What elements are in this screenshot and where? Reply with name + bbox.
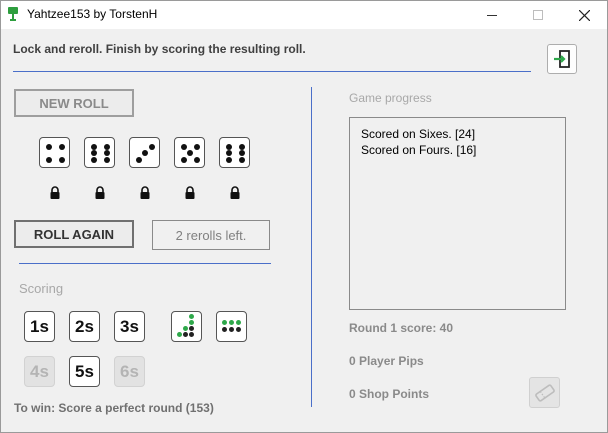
die-pip [226,157,232,163]
lock-icon[interactable] [229,186,241,200]
rerolls-left-display: 2 rerolls left. [152,220,270,250]
maximize-icon [533,10,543,20]
score-sixes-button[interactable]: 6s [114,356,145,387]
roll-again-button[interactable]: ROLL AGAIN [14,220,134,248]
score-fours-button[interactable]: 4s [24,356,55,387]
game-progress-label: Game progress [349,91,432,105]
die-2[interactable] [84,137,115,168]
close-button[interactable] [561,1,607,29]
lock-icon[interactable] [94,186,106,200]
die-pip [91,157,97,163]
grid-pips-icon [217,312,246,341]
die-1[interactable] [39,137,70,168]
app-window: Yahtzee153 by TorstenH Lock and reroll. … [0,0,608,433]
die-pip [46,144,52,150]
die-5[interactable] [219,137,250,168]
progress-entry: Scored on Fours. [16] [361,143,477,157]
die-pip [136,157,142,163]
shop-points-text: 0 Shop Points [349,387,430,401]
app-logo-icon [8,7,18,21]
shop-ticket-icon [534,383,555,402]
minimize-icon [487,15,497,16]
exit-button[interactable] [547,44,577,74]
die-pip [59,144,65,150]
die-pip [104,157,110,163]
score-fives-button[interactable]: 5s [69,356,100,387]
die-pip [226,150,232,156]
die-pip [181,157,187,163]
new-roll-button[interactable]: NEW ROLL [14,89,134,117]
round-score-text: Round 1 score: 40 [349,321,454,335]
score-straight-button[interactable] [171,311,202,342]
die-4[interactable] [174,137,205,168]
player-pips-text: 0 Player Pips [349,354,424,368]
vertical-divider [311,87,312,407]
scoring-label: Scoring [19,281,64,296]
window-title: Yahtzee153 by TorstenH [27,7,158,21]
die-pip [187,150,193,156]
die-pip [194,157,200,163]
die-3[interactable] [129,137,160,168]
win-goal-text: To win: Score a perfect round (153) [14,401,214,415]
die-pip [91,150,97,156]
instruction-text: Lock and reroll. Finish by scoring the r… [13,42,306,56]
staircase-pips-icon [172,312,201,341]
score-ones-button[interactable]: 1s [24,311,55,342]
score-threes-button[interactable]: 3s [114,311,145,342]
lock-icon[interactable] [184,186,196,200]
die-pip [239,150,245,156]
top-divider [13,71,531,72]
close-icon [578,9,590,21]
exit-door-icon [554,50,570,68]
die-pip [59,157,65,163]
die-pip [104,150,110,156]
die-pip [149,144,155,150]
lock-icon[interactable] [139,186,151,200]
die-pip [194,144,200,150]
minimize-button[interactable] [469,1,515,29]
die-pip [239,157,245,163]
score-twos-button[interactable]: 2s [69,311,100,342]
title-bar[interactable]: Yahtzee153 by TorstenH [1,1,607,29]
progress-entry: Scored on Sixes. [24] [361,127,476,141]
shop-button[interactable] [529,377,560,408]
score-full-house-button[interactable] [216,311,247,342]
die-pip [142,150,148,156]
game-progress-log[interactable]: Scored on Sixes. [24] Scored on Fours. [… [349,117,566,310]
lock-icon[interactable] [49,186,61,200]
die-pip [181,144,187,150]
client-area: Lock and reroll. Finish by scoring the r… [1,29,607,432]
die-pip [46,157,52,163]
scoring-divider [19,263,271,264]
maximize-button[interactable] [515,1,561,29]
